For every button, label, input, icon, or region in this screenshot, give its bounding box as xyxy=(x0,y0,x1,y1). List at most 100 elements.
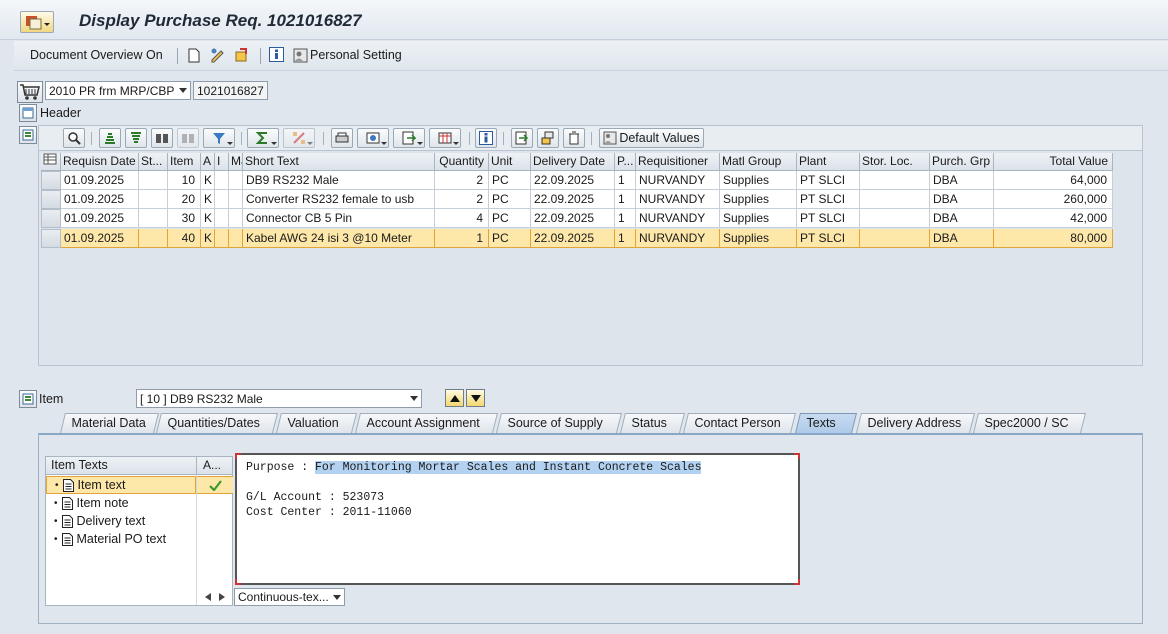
print-icon[interactable] xyxy=(331,128,353,148)
item-label: Item xyxy=(39,392,64,406)
list-item-material-po-text[interactable]: • Material PO text xyxy=(46,530,196,548)
row-selector[interactable] xyxy=(41,171,61,190)
tab-status[interactable]: Status xyxy=(620,413,685,433)
col-header[interactable]: Requisn Date xyxy=(61,153,139,171)
col-header[interactable]: St... xyxy=(139,153,168,171)
select-all-icon[interactable] xyxy=(41,153,61,171)
tab-label: Source of Supply xyxy=(507,416,603,430)
item-select[interactable]: [ 10 ] DB9 RS232 Male xyxy=(136,389,422,408)
personal-setting-button[interactable]: Personal Setting xyxy=(310,48,402,62)
tab-spec2000[interactable]: Spec2000 / SC xyxy=(973,413,1086,433)
document-overview-button[interactable]: Document Overview On xyxy=(30,48,163,62)
grid-info-icon[interactable] xyxy=(475,128,497,148)
default-values-button[interactable]: Default Values xyxy=(599,128,704,148)
tab-account-assignment[interactable]: Account Assignment xyxy=(355,413,498,433)
items-collapse-icon[interactable] xyxy=(19,126,37,144)
views-icon[interactable] xyxy=(357,128,389,148)
row-selector[interactable] xyxy=(41,209,61,228)
col-header[interactable]: Unit xyxy=(489,153,531,171)
info-icon[interactable] xyxy=(268,46,284,63)
next-item-button[interactable] xyxy=(466,389,485,407)
new-document-icon[interactable] xyxy=(186,46,202,64)
layout-icon[interactable] xyxy=(429,128,461,148)
col-header[interactable]: Requisitioner xyxy=(636,153,720,171)
item-select-value: [ 10 ] DB9 RS232 Male xyxy=(140,392,263,406)
toolbar-separator xyxy=(177,48,178,64)
other-document-icon[interactable] xyxy=(233,46,251,64)
list-item-item-text[interactable]: • Item text xyxy=(46,476,196,494)
col-header[interactable]: Matl Group xyxy=(720,153,797,171)
cell-date: 01.09.2025 xyxy=(61,209,139,228)
tab-contact-person[interactable]: Contact Person xyxy=(683,413,796,433)
cell-status xyxy=(139,190,168,209)
export-icon[interactable] xyxy=(393,128,425,148)
tab-label: Material Data xyxy=(71,416,146,430)
cell-stor-loc xyxy=(860,171,930,190)
document-type-value: 2010 PR frm MRP/CBP xyxy=(49,84,175,98)
col-header[interactable]: Item xyxy=(168,153,201,171)
add-item-icon[interactable] xyxy=(511,128,533,148)
col-header[interactable]: Stor. Loc. xyxy=(860,153,930,171)
col-header[interactable]: A xyxy=(201,153,215,171)
col-header[interactable]: I xyxy=(215,153,229,171)
item-collapse-icon[interactable] xyxy=(19,390,37,408)
text-editor[interactable]: Purpose : For Monitoring Mortar Scales a… xyxy=(235,453,800,585)
chevron-down-icon xyxy=(333,595,341,600)
previous-item-button[interactable] xyxy=(445,389,464,407)
col-header[interactable]: Delivery Date xyxy=(531,153,615,171)
list-item-delivery-text[interactable]: • Delivery text xyxy=(46,512,196,530)
delete-item-icon[interactable] xyxy=(563,128,585,148)
cell-status xyxy=(139,209,168,228)
horizontal-scroll[interactable] xyxy=(197,588,233,606)
col-header[interactable]: P... xyxy=(615,153,636,171)
tab-delivery-address[interactable]: Delivery Address xyxy=(856,413,975,433)
tab-texts[interactable]: Texts xyxy=(795,413,857,433)
row-selector[interactable] xyxy=(41,229,61,248)
row-selector[interactable] xyxy=(41,190,61,209)
table-row[interactable]: 01.09.2025 30 K Connector CB 5 Pin 4 PC … xyxy=(39,209,1113,228)
sort-ascending-icon[interactable] xyxy=(99,128,121,148)
cell-purch-grp: DBA xyxy=(930,190,994,209)
table-row[interactable]: 01.09.2025 20 K Converter RS232 female t… xyxy=(39,190,1113,209)
scroll-left-icon[interactable] xyxy=(205,593,211,601)
scroll-right-icon[interactable] xyxy=(219,593,225,601)
purpose-value-selected: For Monitoring Mortar Scales and Instant… xyxy=(315,461,702,474)
cell-item: 10 xyxy=(168,171,201,190)
document-icon xyxy=(61,496,73,510)
sum-icon[interactable] xyxy=(247,128,279,148)
toolbar-separator xyxy=(260,48,261,64)
tab-material-data[interactable]: Material Data xyxy=(60,413,159,433)
copy-item-icon[interactable] xyxy=(537,128,559,148)
filter-icon[interactable] xyxy=(203,128,235,148)
text-format-select[interactable]: Continuous-tex... xyxy=(234,588,345,606)
header-expand-icon[interactable] xyxy=(19,104,37,122)
col-header[interactable]: Ma xyxy=(229,153,243,171)
col-header[interactable]: Short Text xyxy=(243,153,435,171)
tab-valuation[interactable]: Valuation xyxy=(276,413,357,433)
subtotal-icon[interactable] xyxy=(283,128,315,148)
cart-icon[interactable] xyxy=(17,81,43,103)
menu-icon[interactable] xyxy=(20,11,54,33)
toolbar-separator xyxy=(591,132,592,145)
document-type-select[interactable]: 2010 PR frm MRP/CBP xyxy=(45,81,191,100)
tab-source-of-supply[interactable]: Source of Supply xyxy=(496,413,622,433)
cell-date: 01.09.2025 xyxy=(61,190,139,209)
personal-setting-icon[interactable] xyxy=(292,46,308,64)
cell-date: 01.09.2025 xyxy=(61,229,139,248)
sort-descending-icon[interactable] xyxy=(125,128,147,148)
col-header[interactable]: Total Value xyxy=(994,153,1113,171)
edit-toggle-icon[interactable] xyxy=(209,46,227,64)
find-next-icon[interactable] xyxy=(177,128,199,148)
col-header[interactable]: Purch. Grp xyxy=(930,153,994,171)
table-row-selected[interactable]: 01.09.2025 40 K Kabel AWG 24 isi 3 @10 M… xyxy=(39,229,1113,248)
item-texts-list: Item Texts A... • Item text • Item note … xyxy=(45,456,233,606)
find-icon[interactable] xyxy=(151,128,173,148)
tab-quantities-dates[interactable]: Quantities/Dates xyxy=(156,413,278,433)
details-icon[interactable] xyxy=(63,128,85,148)
document-number-field[interactable]: 1021016827 xyxy=(193,81,268,100)
table-row[interactable]: 01.09.2025 10 K DB9 RS232 Male 2 PC 22.0… xyxy=(39,171,1113,190)
list-item-item-note[interactable]: • Item note xyxy=(46,494,196,512)
col-header[interactable]: Plant xyxy=(797,153,860,171)
item-texts-title: Item Texts xyxy=(51,458,108,472)
col-header[interactable]: Quantity xyxy=(435,153,489,171)
